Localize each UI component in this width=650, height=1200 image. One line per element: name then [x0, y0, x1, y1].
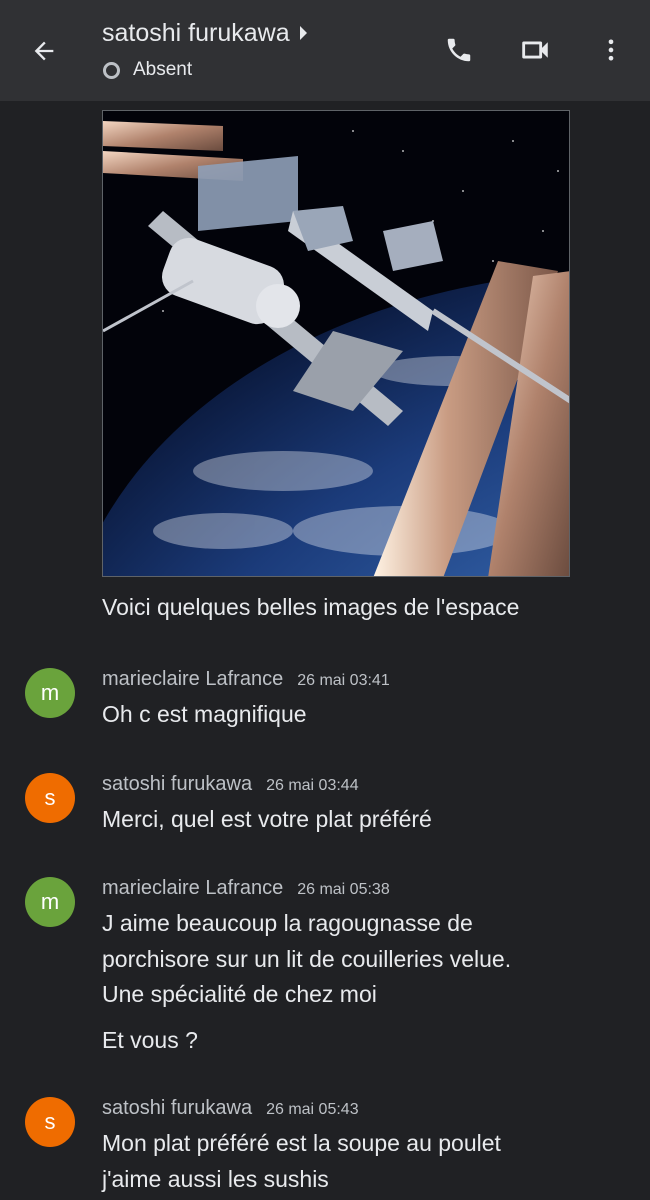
video-call-button[interactable]	[513, 28, 557, 72]
space-station-image[interactable]	[102, 110, 570, 577]
avatar-initial: s	[44, 1109, 56, 1134]
avatar-initial: m	[40, 889, 60, 914]
space-station-illustration	[103, 111, 569, 576]
status-text: Absent	[133, 59, 193, 80]
avatar[interactable]: m	[25, 668, 75, 718]
call-button[interactable]	[437, 28, 481, 72]
phone-icon	[447, 38, 471, 62]
conversation-title[interactable]: satoshi furukawa	[102, 18, 307, 48]
avatar[interactable]: s	[25, 773, 75, 823]
message-list[interactable]: Voici quelques belles images de l'espace…	[0, 101, 650, 1200]
message-text: porchisore sur un lit de couilleries vel…	[102, 946, 512, 972]
message-text: Une spécialité de chez moi	[102, 981, 377, 1007]
arrow-back-icon	[34, 41, 54, 61]
image-caption: Voici quelques belles images de l'espace	[102, 594, 520, 620]
message-meta: marieclaire Lafrance 26 mai 03:41	[102, 668, 390, 691]
presence-status: Absent	[103, 59, 192, 81]
avatar-initial: s	[44, 785, 56, 810]
message-timestamp: 26 mai 05:43	[266, 1101, 359, 1118]
videocam-icon	[522, 41, 548, 59]
caret-right-icon	[299, 26, 307, 40]
avatar[interactable]: s	[25, 1097, 75, 1147]
message-timestamp: 26 mai 03:41	[297, 672, 390, 689]
message-meta: marieclaire Lafrance 26 mai 05:38	[102, 877, 390, 900]
message-author: marieclaire Lafrance	[102, 877, 284, 899]
message-timestamp: 26 mai 05:38	[297, 881, 390, 898]
message-author: satoshi furukawa	[102, 1097, 253, 1119]
message-author: satoshi furukawa	[102, 773, 253, 795]
more-vert-icon	[608, 39, 614, 61]
more-options-button[interactable]	[589, 28, 633, 72]
message-meta: satoshi furukawa 26 mai 03:44	[102, 773, 359, 796]
message-timestamp: 26 mai 03:44	[266, 777, 359, 794]
message-text: J aime beaucoup la ragougnasse de	[102, 910, 473, 936]
message-text: j'aime aussi les sushis	[102, 1166, 329, 1192]
message-text: Oh c est magnifique	[102, 701, 307, 727]
contact-name: satoshi furukawa	[102, 19, 290, 47]
message-text: Merci, quel est votre plat préféré	[102, 806, 432, 832]
back-button[interactable]	[22, 30, 66, 72]
message-text: Et vous ?	[102, 1027, 198, 1053]
message-text: Mon plat préféré est la soupe au poulet	[102, 1130, 501, 1156]
avatar-initial: m	[40, 680, 60, 705]
avatar[interactable]: m	[25, 877, 75, 927]
away-status-icon	[103, 61, 120, 79]
message-meta: satoshi furukawa 26 mai 05:43	[102, 1097, 359, 1120]
app-bar: satoshi furukawa Absent	[0, 0, 650, 101]
message-author: marieclaire Lafrance	[102, 668, 284, 690]
